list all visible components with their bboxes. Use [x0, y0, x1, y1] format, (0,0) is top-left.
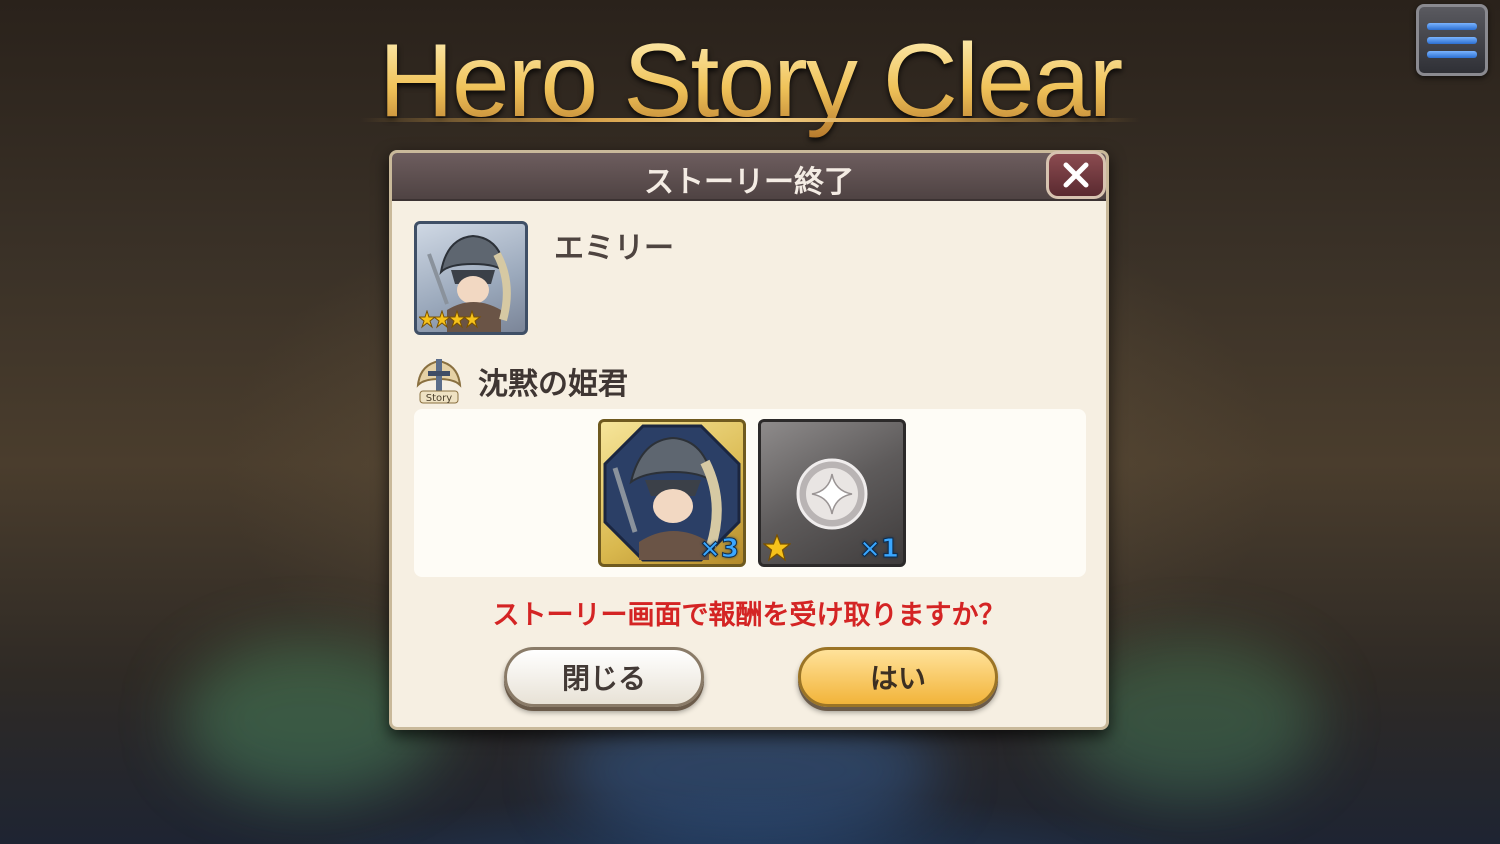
hero-portrait[interactable] — [414, 221, 528, 335]
rarity-stars — [419, 310, 482, 329]
confirmation-question: ストーリー画面で報酬を受け取りますか？ — [492, 600, 1006, 631]
story-sword-icon: Story — [416, 359, 462, 404]
svg-text:Story: Story — [426, 393, 452, 404]
story-clear-dialog: ストーリー終了 エミリー Story 沈黙の姫君 ×3 ×1 ストーリー画面で報… — [389, 150, 1109, 730]
reward-panel: ×3 ×1 — [414, 409, 1086, 577]
screen-title: Hero Story Clear — [0, 22, 1500, 141]
hamburger-menu-icon-bar — [1427, 36, 1477, 44]
reward-hero-fragment[interactable]: ×3 — [598, 419, 746, 567]
dialog-title: ストーリー終了 — [644, 165, 854, 200]
title-underline — [360, 118, 1140, 122]
hamburger-menu-icon-bar — [1427, 50, 1477, 58]
hero-name: エミリー — [554, 231, 674, 266]
close-dialog-button[interactable]: 閉じる — [504, 647, 704, 707]
reward-quantity: ×3 — [699, 534, 740, 565]
close-icon — [1063, 162, 1089, 188]
reward-quantity: ×1 — [859, 534, 900, 565]
yes-button[interactable]: はい — [798, 647, 998, 707]
dialog-header: ストーリー終了 — [392, 151, 1106, 201]
menu-button[interactable] — [1416, 4, 1488, 76]
hamburger-menu-icon — [1427, 22, 1477, 30]
reward-silver-medal[interactable]: ×1 — [758, 419, 906, 567]
star-icon — [763, 534, 791, 562]
story-name: 沈黙の姫君 — [478, 367, 628, 402]
close-button[interactable] — [1046, 151, 1106, 199]
